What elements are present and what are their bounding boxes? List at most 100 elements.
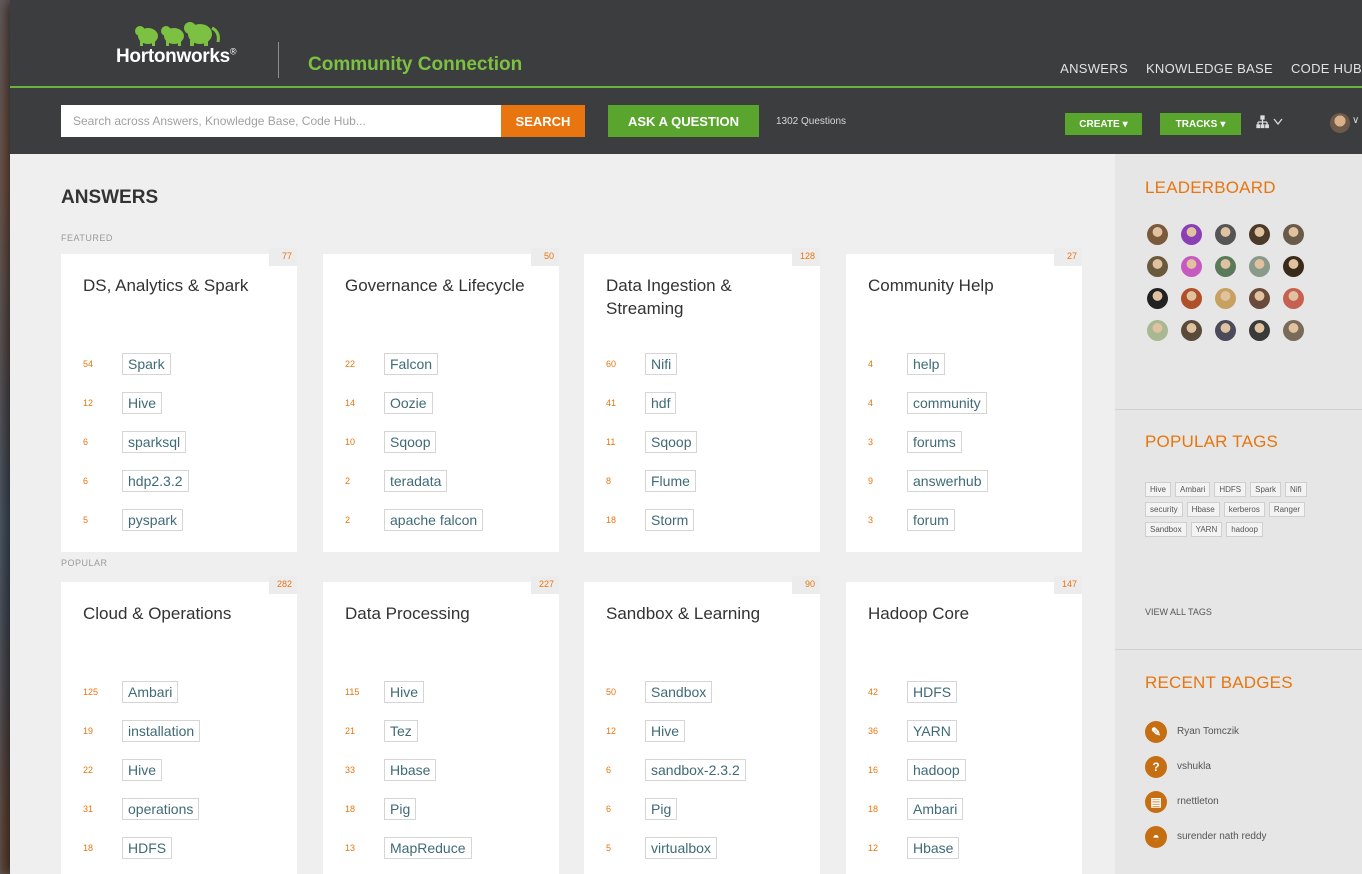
tag-link[interactable]: sandbox-2.3.2 xyxy=(645,758,746,781)
tag-link[interactable]: hdf xyxy=(645,391,677,414)
category-title[interactable]: Governance & Lifecycle xyxy=(345,274,525,297)
category-title[interactable]: Data Ingestion & Streaming xyxy=(606,274,786,320)
tag-link[interactable]: Oozie xyxy=(384,391,433,414)
popular-tag[interactable]: Hive xyxy=(1145,482,1172,497)
popular-tag[interactable]: hadoop xyxy=(1226,522,1263,537)
category-title[interactable]: DS, Analytics & Spark xyxy=(83,274,263,297)
tag-link[interactable]: hadoop xyxy=(907,758,966,781)
category-card[interactable]: 50 Governance & Lifecycle 22 Falcon 14 Ooz… xyxy=(323,248,559,552)
tag-link[interactable]: Falcon xyxy=(384,352,439,375)
tag-link[interactable]: Pig xyxy=(384,797,417,820)
tag-link[interactable]: MapReduce xyxy=(384,836,472,859)
category-title[interactable]: Cloud & Operations xyxy=(83,602,263,625)
leaderboard-avatar[interactable] xyxy=(1283,320,1304,341)
tag-link[interactable]: Hbase xyxy=(384,758,437,781)
tag-link[interactable]: virtualbox xyxy=(645,836,717,859)
tag-link[interactable]: Flume xyxy=(645,469,696,492)
hortonworks-logo[interactable]: Hortonworks® xyxy=(116,22,256,70)
tag-link[interactable]: teradata xyxy=(384,469,448,492)
tag-link[interactable]: Hive xyxy=(122,758,163,781)
tag-link[interactable]: Hive xyxy=(645,719,686,742)
tag-link[interactable]: installation xyxy=(122,719,201,742)
tag-link[interactable]: Hive xyxy=(384,680,425,703)
badge-user[interactable]: Ryan Tomczik xyxy=(1177,726,1239,737)
tag-link[interactable]: community xyxy=(907,391,987,414)
popular-tag[interactable]: Ranger xyxy=(1268,502,1306,517)
nav-code-hub[interactable]: CODE HUB xyxy=(1291,61,1362,76)
tag-link[interactable]: HDFS xyxy=(122,836,173,859)
leaderboard-avatar[interactable] xyxy=(1181,256,1202,277)
badge-user[interactable]: vshukla xyxy=(1177,761,1211,772)
leaderboard-avatar[interactable] xyxy=(1249,320,1270,341)
leaderboard-avatar[interactable] xyxy=(1283,224,1304,245)
nav-knowledge-base[interactable]: KNOWLEDGE BASE xyxy=(1146,61,1273,76)
tracks-dropdown-button[interactable]: TRACKS ▾ xyxy=(1160,113,1241,135)
category-card[interactable]: 282 Cloud & Operations 125 Ambari 19 insta… xyxy=(61,576,297,874)
category-title[interactable]: Sandbox & Learning xyxy=(606,602,786,625)
category-title[interactable]: Data Processing xyxy=(345,602,525,625)
tag-link[interactable]: YARN xyxy=(907,719,957,742)
ask-question-button[interactable]: ASK A QUESTION xyxy=(608,105,759,137)
tag-link[interactable]: HDFS xyxy=(907,680,958,703)
leaderboard-avatar[interactable] xyxy=(1249,224,1270,245)
leaderboard-avatar[interactable] xyxy=(1147,256,1168,277)
tag-link[interactable]: apache falcon xyxy=(384,508,484,531)
sitemap-icon[interactable] xyxy=(1256,115,1286,129)
leaderboard-avatar[interactable] xyxy=(1181,288,1202,309)
leaderboard-avatar[interactable] xyxy=(1147,224,1168,245)
leaderboard-avatar[interactable] xyxy=(1181,320,1202,341)
tag-link[interactable]: pyspark xyxy=(122,508,184,531)
popular-tag[interactable]: Sandbox xyxy=(1145,522,1187,537)
leaderboard-avatar[interactable] xyxy=(1249,288,1270,309)
popular-tag[interactable]: YARN xyxy=(1190,522,1223,537)
tag-link[interactable]: Hbase xyxy=(907,836,960,859)
leaderboard-avatar[interactable] xyxy=(1283,288,1304,309)
chevron-down-icon[interactable]: ∨ xyxy=(1352,115,1359,126)
user-avatar[interactable] xyxy=(1330,113,1350,133)
tag-link[interactable]: forum xyxy=(907,508,955,531)
popular-tag[interactable]: Nifi xyxy=(1285,482,1307,497)
category-title[interactable]: Hadoop Core xyxy=(868,602,1048,625)
badge-user[interactable]: rnettleton xyxy=(1177,796,1219,807)
nav-answers[interactable]: ANSWERS xyxy=(1060,61,1128,76)
leaderboard-avatar[interactable] xyxy=(1215,288,1236,309)
view-all-tags-link[interactable]: VIEW ALL TAGS xyxy=(1145,607,1212,617)
tag-link[interactable]: help xyxy=(907,352,946,375)
leaderboard-avatar[interactable] xyxy=(1215,256,1236,277)
tag-link[interactable]: Tez xyxy=(384,719,418,742)
popular-tag[interactable]: security xyxy=(1145,502,1183,517)
category-card[interactable]: 90 Sandbox & Learning 50 Sandbox 12 Hive 6… xyxy=(584,576,820,874)
popular-tag[interactable]: Hbase xyxy=(1186,502,1220,517)
category-card[interactable]: 27 Community Help 4 help 4 community 3 foru… xyxy=(846,248,1082,552)
category-card[interactable]: 128 Data Ingestion & Streaming 60 Nifi 41… xyxy=(584,248,820,552)
site-name[interactable]: Community Connection xyxy=(308,54,522,76)
search-input[interactable] xyxy=(61,105,501,137)
badge-user[interactable]: surender nath reddy xyxy=(1177,831,1267,842)
search-button[interactable]: SEARCH xyxy=(501,105,585,137)
tag-link[interactable]: Sqoop xyxy=(645,430,698,453)
tag-link[interactable]: Sqoop xyxy=(384,430,437,453)
category-card[interactable]: 77 DS, Analytics & Spark 54 Spark 12 Hive … xyxy=(61,248,297,552)
leaderboard-avatar[interactable] xyxy=(1283,256,1304,277)
popular-tag[interactable]: kerberos xyxy=(1223,502,1265,517)
tag-link[interactable]: Spark xyxy=(122,352,171,375)
create-dropdown-button[interactable]: CREATE ▾ xyxy=(1065,113,1142,135)
leaderboard-avatar[interactable] xyxy=(1147,288,1168,309)
popular-tag[interactable]: Ambari xyxy=(1175,482,1211,497)
leaderboard-avatar[interactable] xyxy=(1249,256,1270,277)
tag-link[interactable]: Hive xyxy=(122,391,163,414)
leaderboard-avatar[interactable] xyxy=(1181,224,1202,245)
tag-link[interactable]: Pig xyxy=(645,797,678,820)
tag-link[interactable]: Ambari xyxy=(907,797,964,820)
leaderboard-avatar[interactable] xyxy=(1147,320,1168,341)
tag-link[interactable]: Nifi xyxy=(645,352,678,375)
category-card[interactable]: 227 Data Processing 115 Hive 21 Tez 33 Hbas… xyxy=(323,576,559,874)
tag-link[interactable]: answerhub xyxy=(907,469,988,492)
tag-link[interactable]: Ambari xyxy=(122,680,179,703)
leaderboard-avatar[interactable] xyxy=(1215,224,1236,245)
popular-tag[interactable]: HDFS xyxy=(1214,482,1247,497)
tag-link[interactable]: sparksql xyxy=(122,430,187,453)
category-card[interactable]: 147 Hadoop Core 42 HDFS 36 YARN 16 hadoop 1… xyxy=(846,576,1082,874)
tag-link[interactable]: Sandbox xyxy=(645,680,713,703)
category-title[interactable]: Community Help xyxy=(868,274,1048,297)
